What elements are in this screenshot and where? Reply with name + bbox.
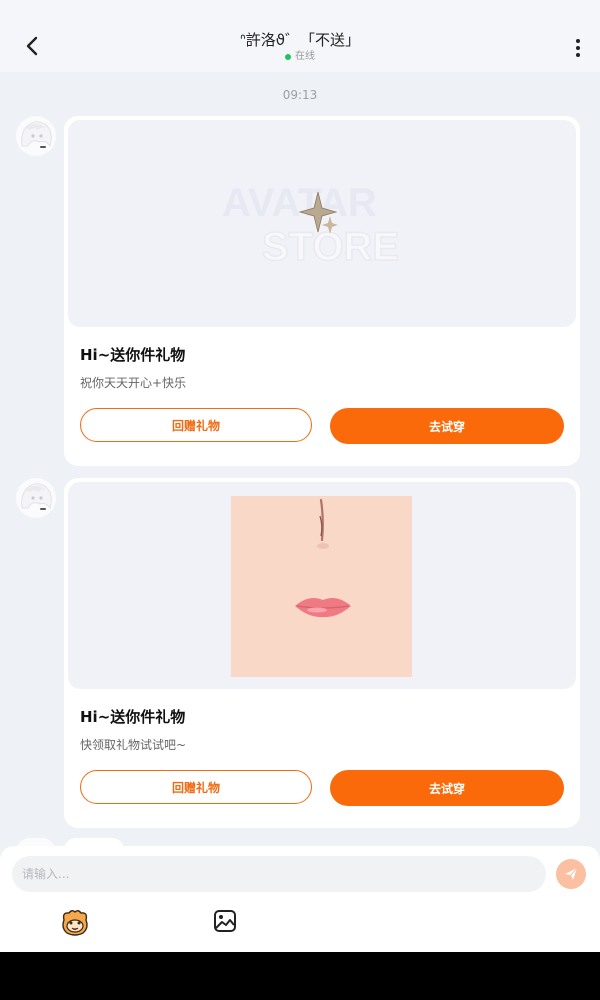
chat-header: ᐢ許洛ϑ゛「不送」 在线 (0, 0, 600, 72)
online-status: 在线 (150, 50, 450, 64)
image-icon (214, 910, 236, 932)
anime-avatar-image (21, 121, 52, 148)
gift-title: Hi~送你件礼物 (80, 346, 186, 364)
return-gift-button[interactable]: 回赠礼物 (80, 770, 312, 804)
chat-title-block: ᐢ許洛ϑ゛「不送」 在线 (150, 30, 450, 64)
send-icon (565, 867, 578, 880)
sender-avatar[interactable] (16, 116, 56, 156)
chat-title: ᐢ許洛ϑ゛「不送」 (239, 31, 361, 49)
svg-text:AVATAR: AVATAR (222, 181, 377, 225)
gift-card: Hi~送你件礼物 快领取礼物试试吧~ 回赠礼物 去试穿 (64, 478, 580, 828)
message-composer (0, 846, 600, 952)
makeup-preview-image (231, 496, 412, 677)
anime-avatar-image (21, 483, 52, 510)
online-dot (285, 54, 291, 60)
try-on-button[interactable]: 去试穿 (330, 408, 564, 444)
message-timestamp: 09:13 (282, 88, 318, 102)
gift-card: AVATAR STORE Hi~送你件礼物 祝你天天开心+快乐 回赠礼物 去试穿 (64, 116, 580, 466)
message-input[interactable] (12, 856, 546, 892)
chevron-left-icon (26, 36, 38, 56)
gift-message: 快领取礼物试试吧~ (80, 738, 187, 752)
more-vertical-icon (576, 39, 580, 43)
sender-avatar[interactable] (16, 478, 56, 518)
more-options-button[interactable] (562, 32, 594, 64)
online-status-label: 在线 (295, 51, 315, 62)
gift-message: 祝你天天开心+快乐 (80, 376, 187, 390)
emoji-face-icon (62, 910, 88, 936)
gift-preview[interactable]: AVATAR STORE (68, 120, 576, 327)
gift-title: Hi~送你件礼物 (80, 708, 186, 726)
avatar-store-logo: AVATAR STORE (218, 180, 428, 270)
try-on-button[interactable]: 去试穿 (330, 770, 564, 806)
gift-preview[interactable] (68, 482, 576, 689)
back-button[interactable] (14, 28, 50, 64)
image-picker-button[interactable] (212, 908, 238, 934)
return-gift-button[interactable]: 回赠礼物 (80, 408, 312, 442)
emoji-button[interactable] (60, 908, 90, 938)
system-navigation-bar (0, 952, 600, 1000)
send-button[interactable] (556, 859, 586, 889)
